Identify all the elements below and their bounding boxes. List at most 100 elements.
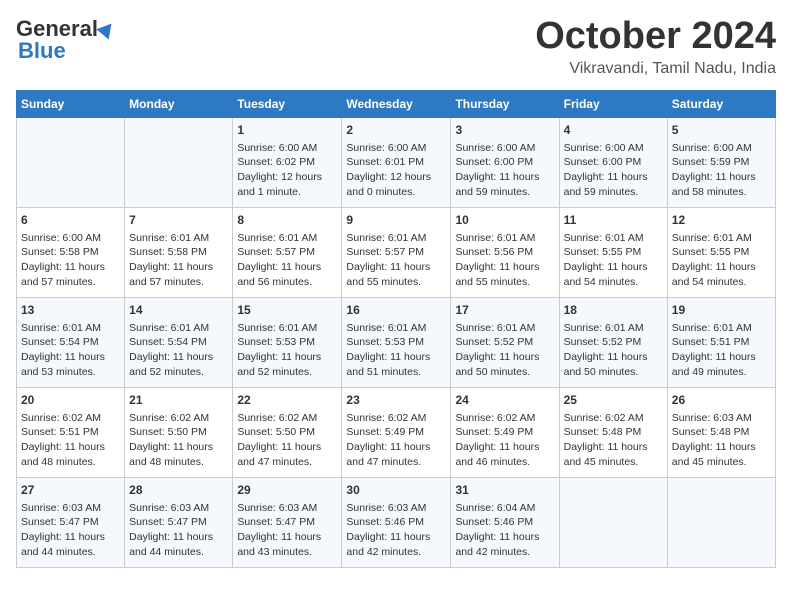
- day-number: 23: [346, 392, 446, 409]
- calendar-header-row: SundayMondayTuesdayWednesdayThursdayFrid…: [17, 90, 776, 117]
- calendar-cell: [559, 477, 667, 567]
- header-saturday: Saturday: [667, 90, 775, 117]
- calendar-cell: 2 Sunrise: 6:00 AMSunset: 6:01 PMDaylight…: [342, 117, 451, 207]
- day-number: 25: [564, 392, 663, 409]
- calendar-cell: 16 Sunrise: 6:01 AMSunset: 5:53 PMDayligh…: [342, 297, 451, 387]
- day-info: Sunrise: 6:01 AMSunset: 5:57 PMDaylight:…: [237, 231, 337, 290]
- calendar-cell: 28 Sunrise: 6:03 AMSunset: 5:47 PMDayligh…: [125, 477, 233, 567]
- day-number: 5: [672, 122, 771, 139]
- day-info: Sunrise: 6:02 AMSunset: 5:49 PMDaylight:…: [455, 411, 554, 470]
- day-number: 18: [564, 302, 663, 319]
- day-info: Sunrise: 6:03 AMSunset: 5:47 PMDaylight:…: [237, 501, 337, 560]
- day-info: Sunrise: 6:01 AMSunset: 5:56 PMDaylight:…: [455, 231, 554, 290]
- page-header: General Blue October 2024 Vikravandi, Ta…: [16, 16, 776, 78]
- day-info: Sunrise: 6:03 AMSunset: 5:47 PMDaylight:…: [129, 501, 228, 560]
- day-info: Sunrise: 6:01 AMSunset: 5:52 PMDaylight:…: [564, 321, 663, 380]
- day-number: 13: [21, 302, 120, 319]
- day-info: Sunrise: 6:01 AMSunset: 5:58 PMDaylight:…: [129, 231, 228, 290]
- calendar-cell: 30Sunrise: 6:03 AMSunset: 5:46 PMDayligh…: [342, 477, 451, 567]
- calendar-cell: 13Sunrise: 6:01 AMSunset: 5:54 PMDayligh…: [17, 297, 125, 387]
- day-number: 1: [237, 122, 337, 139]
- calendar-cell: [125, 117, 233, 207]
- calendar-cell: 21 Sunrise: 6:02 AMSunset: 5:50 PMDayligh…: [125, 387, 233, 477]
- calendar-cell: [667, 477, 775, 567]
- calendar-cell: 3Sunrise: 6:00 AMSunset: 6:00 PMDaylight…: [451, 117, 559, 207]
- calendar-week-row: 20 Sunrise: 6:02 AMSunset: 5:51 PMDayligh…: [17, 387, 776, 477]
- day-info: Sunrise: 6:02 AMSunset: 5:50 PMDaylight:…: [237, 411, 337, 470]
- day-number: 31: [455, 482, 554, 499]
- header-thursday: Thursday: [451, 90, 559, 117]
- calendar-cell: 18 Sunrise: 6:01 AMSunset: 5:52 PMDayligh…: [559, 297, 667, 387]
- calendar-week-row: 13 Sunrise: 6:01 AMSunset: 5:54 PMDayligh…: [17, 297, 776, 387]
- calendar-cell: 24 Sunrise: 6:02 AMSunset: 5:49 PMDayligh…: [451, 387, 559, 477]
- calendar-week-row: 6 Sunrise: 6:00 AMSunset: 5:58 PMDaylight…: [17, 207, 776, 297]
- day-number: 29: [237, 482, 337, 499]
- day-number: 16: [346, 302, 446, 319]
- day-number: 11: [564, 212, 663, 229]
- calendar-cell: 17 Sunrise: 6:01 AMSunset: 5:52 PMDayligh…: [451, 297, 559, 387]
- calendar-cell: 31 Sunrise: 6:04 AMSunset: 5:46 PMDayligh…: [451, 477, 559, 567]
- logo-blue-text: Blue: [18, 38, 66, 63]
- day-info: Sunrise: 6:01 AMSunset: 5:55 PMDaylight:…: [564, 231, 663, 290]
- day-number: 20: [21, 392, 120, 409]
- calendar-cell: 15 Sunrise: 6:01 AMSunset: 5:53 PMDayligh…: [233, 297, 342, 387]
- day-number: 6: [21, 212, 120, 229]
- header-tuesday: Tuesday: [233, 90, 342, 117]
- day-info: Sunrise: 6:00 AMSunset: 5:59 PMDaylight:…: [672, 141, 771, 200]
- calendar-cell: 26Sunrise: 6:03 AMSunset: 5:48 PMDayligh…: [667, 387, 775, 477]
- day-info: Sunrise: 6:00 AMSunset: 5:58 PMDaylight:…: [21, 231, 120, 290]
- title-block: October 2024 Vikravandi, Tamil Nadu, Ind…: [535, 16, 776, 78]
- day-number: 19: [672, 302, 771, 319]
- day-info: Sunrise: 6:00 AMSunset: 6:01 PMDaylight:…: [346, 141, 446, 200]
- calendar-cell: 10 Sunrise: 6:01 AMSunset: 5:56 PMDayligh…: [451, 207, 559, 297]
- calendar-cell: 27 Sunrise: 6:03 AMSunset: 5:47 PMDayligh…: [17, 477, 125, 567]
- day-number: 17: [455, 302, 554, 319]
- day-number: 7: [129, 212, 228, 229]
- calendar-cell: [17, 117, 125, 207]
- day-info: Sunrise: 6:02 AMSunset: 5:51 PMDaylight:…: [21, 411, 120, 470]
- calendar-cell: 8 Sunrise: 6:01 AMSunset: 5:57 PMDaylight…: [233, 207, 342, 297]
- calendar-cell: 4 Sunrise: 6:00 AMSunset: 6:00 PMDaylight…: [559, 117, 667, 207]
- day-info: Sunrise: 6:03 AMSunset: 5:48 PMDaylight:…: [672, 411, 771, 470]
- day-info: Sunrise: 6:03 AMSunset: 5:46 PMDaylight:…: [346, 501, 446, 560]
- day-info: Sunrise: 6:01 AMSunset: 5:53 PMDaylight:…: [346, 321, 446, 380]
- calendar-cell: 12Sunrise: 6:01 AMSunset: 5:55 PMDayligh…: [667, 207, 775, 297]
- day-info: Sunrise: 6:04 AMSunset: 5:46 PMDaylight:…: [455, 501, 554, 560]
- day-info: Sunrise: 6:03 AMSunset: 5:47 PMDaylight:…: [21, 501, 120, 560]
- day-number: 28: [129, 482, 228, 499]
- calendar-week-row: 27 Sunrise: 6:03 AMSunset: 5:47 PMDayligh…: [17, 477, 776, 567]
- day-info: Sunrise: 6:02 AMSunset: 5:50 PMDaylight:…: [129, 411, 228, 470]
- calendar-cell: 29 Sunrise: 6:03 AMSunset: 5:47 PMDayligh…: [233, 477, 342, 567]
- day-number: 21: [129, 392, 228, 409]
- day-number: 15: [237, 302, 337, 319]
- day-info: Sunrise: 6:00 AMSunset: 6:02 PMDaylight:…: [237, 141, 337, 200]
- calendar-cell: 20 Sunrise: 6:02 AMSunset: 5:51 PMDayligh…: [17, 387, 125, 477]
- calendar-cell: 7 Sunrise: 6:01 AMSunset: 5:58 PMDaylight…: [125, 207, 233, 297]
- calendar-cell: 22 Sunrise: 6:02 AMSunset: 5:50 PMDayligh…: [233, 387, 342, 477]
- calendar-table: SundayMondayTuesdayWednesdayThursdayFrid…: [16, 90, 776, 568]
- day-number: 22: [237, 392, 337, 409]
- day-number: 12: [672, 212, 771, 229]
- day-info: Sunrise: 6:01 AMSunset: 5:54 PMDaylight:…: [129, 321, 228, 380]
- calendar-cell: 23Sunrise: 6:02 AMSunset: 5:49 PMDayligh…: [342, 387, 451, 477]
- day-number: 3: [455, 122, 554, 139]
- day-info: Sunrise: 6:01 AMSunset: 5:53 PMDaylight:…: [237, 321, 337, 380]
- day-number: 14: [129, 302, 228, 319]
- day-number: 27: [21, 482, 120, 499]
- calendar-cell: 5 Sunrise: 6:00 AMSunset: 5:59 PMDaylight…: [667, 117, 775, 207]
- day-number: 10: [455, 212, 554, 229]
- header-friday: Friday: [559, 90, 667, 117]
- calendar-cell: 1 Sunrise: 6:00 AMSunset: 6:02 PMDaylight…: [233, 117, 342, 207]
- day-info: Sunrise: 6:01 AMSunset: 5:52 PMDaylight:…: [455, 321, 554, 380]
- header-sunday: Sunday: [17, 90, 125, 117]
- day-number: 8: [237, 212, 337, 229]
- header-monday: Monday: [125, 90, 233, 117]
- day-number: 2: [346, 122, 446, 139]
- day-info: Sunrise: 6:02 AMSunset: 5:48 PMDaylight:…: [564, 411, 663, 470]
- day-number: 24: [455, 392, 554, 409]
- month-title: October 2024: [535, 16, 776, 58]
- day-info: Sunrise: 6:01 AMSunset: 5:51 PMDaylight:…: [672, 321, 771, 380]
- day-info: Sunrise: 6:00 AMSunset: 6:00 PMDaylight:…: [564, 141, 663, 200]
- day-number: 4: [564, 122, 663, 139]
- calendar-cell: 14 Sunrise: 6:01 AMSunset: 5:54 PMDayligh…: [125, 297, 233, 387]
